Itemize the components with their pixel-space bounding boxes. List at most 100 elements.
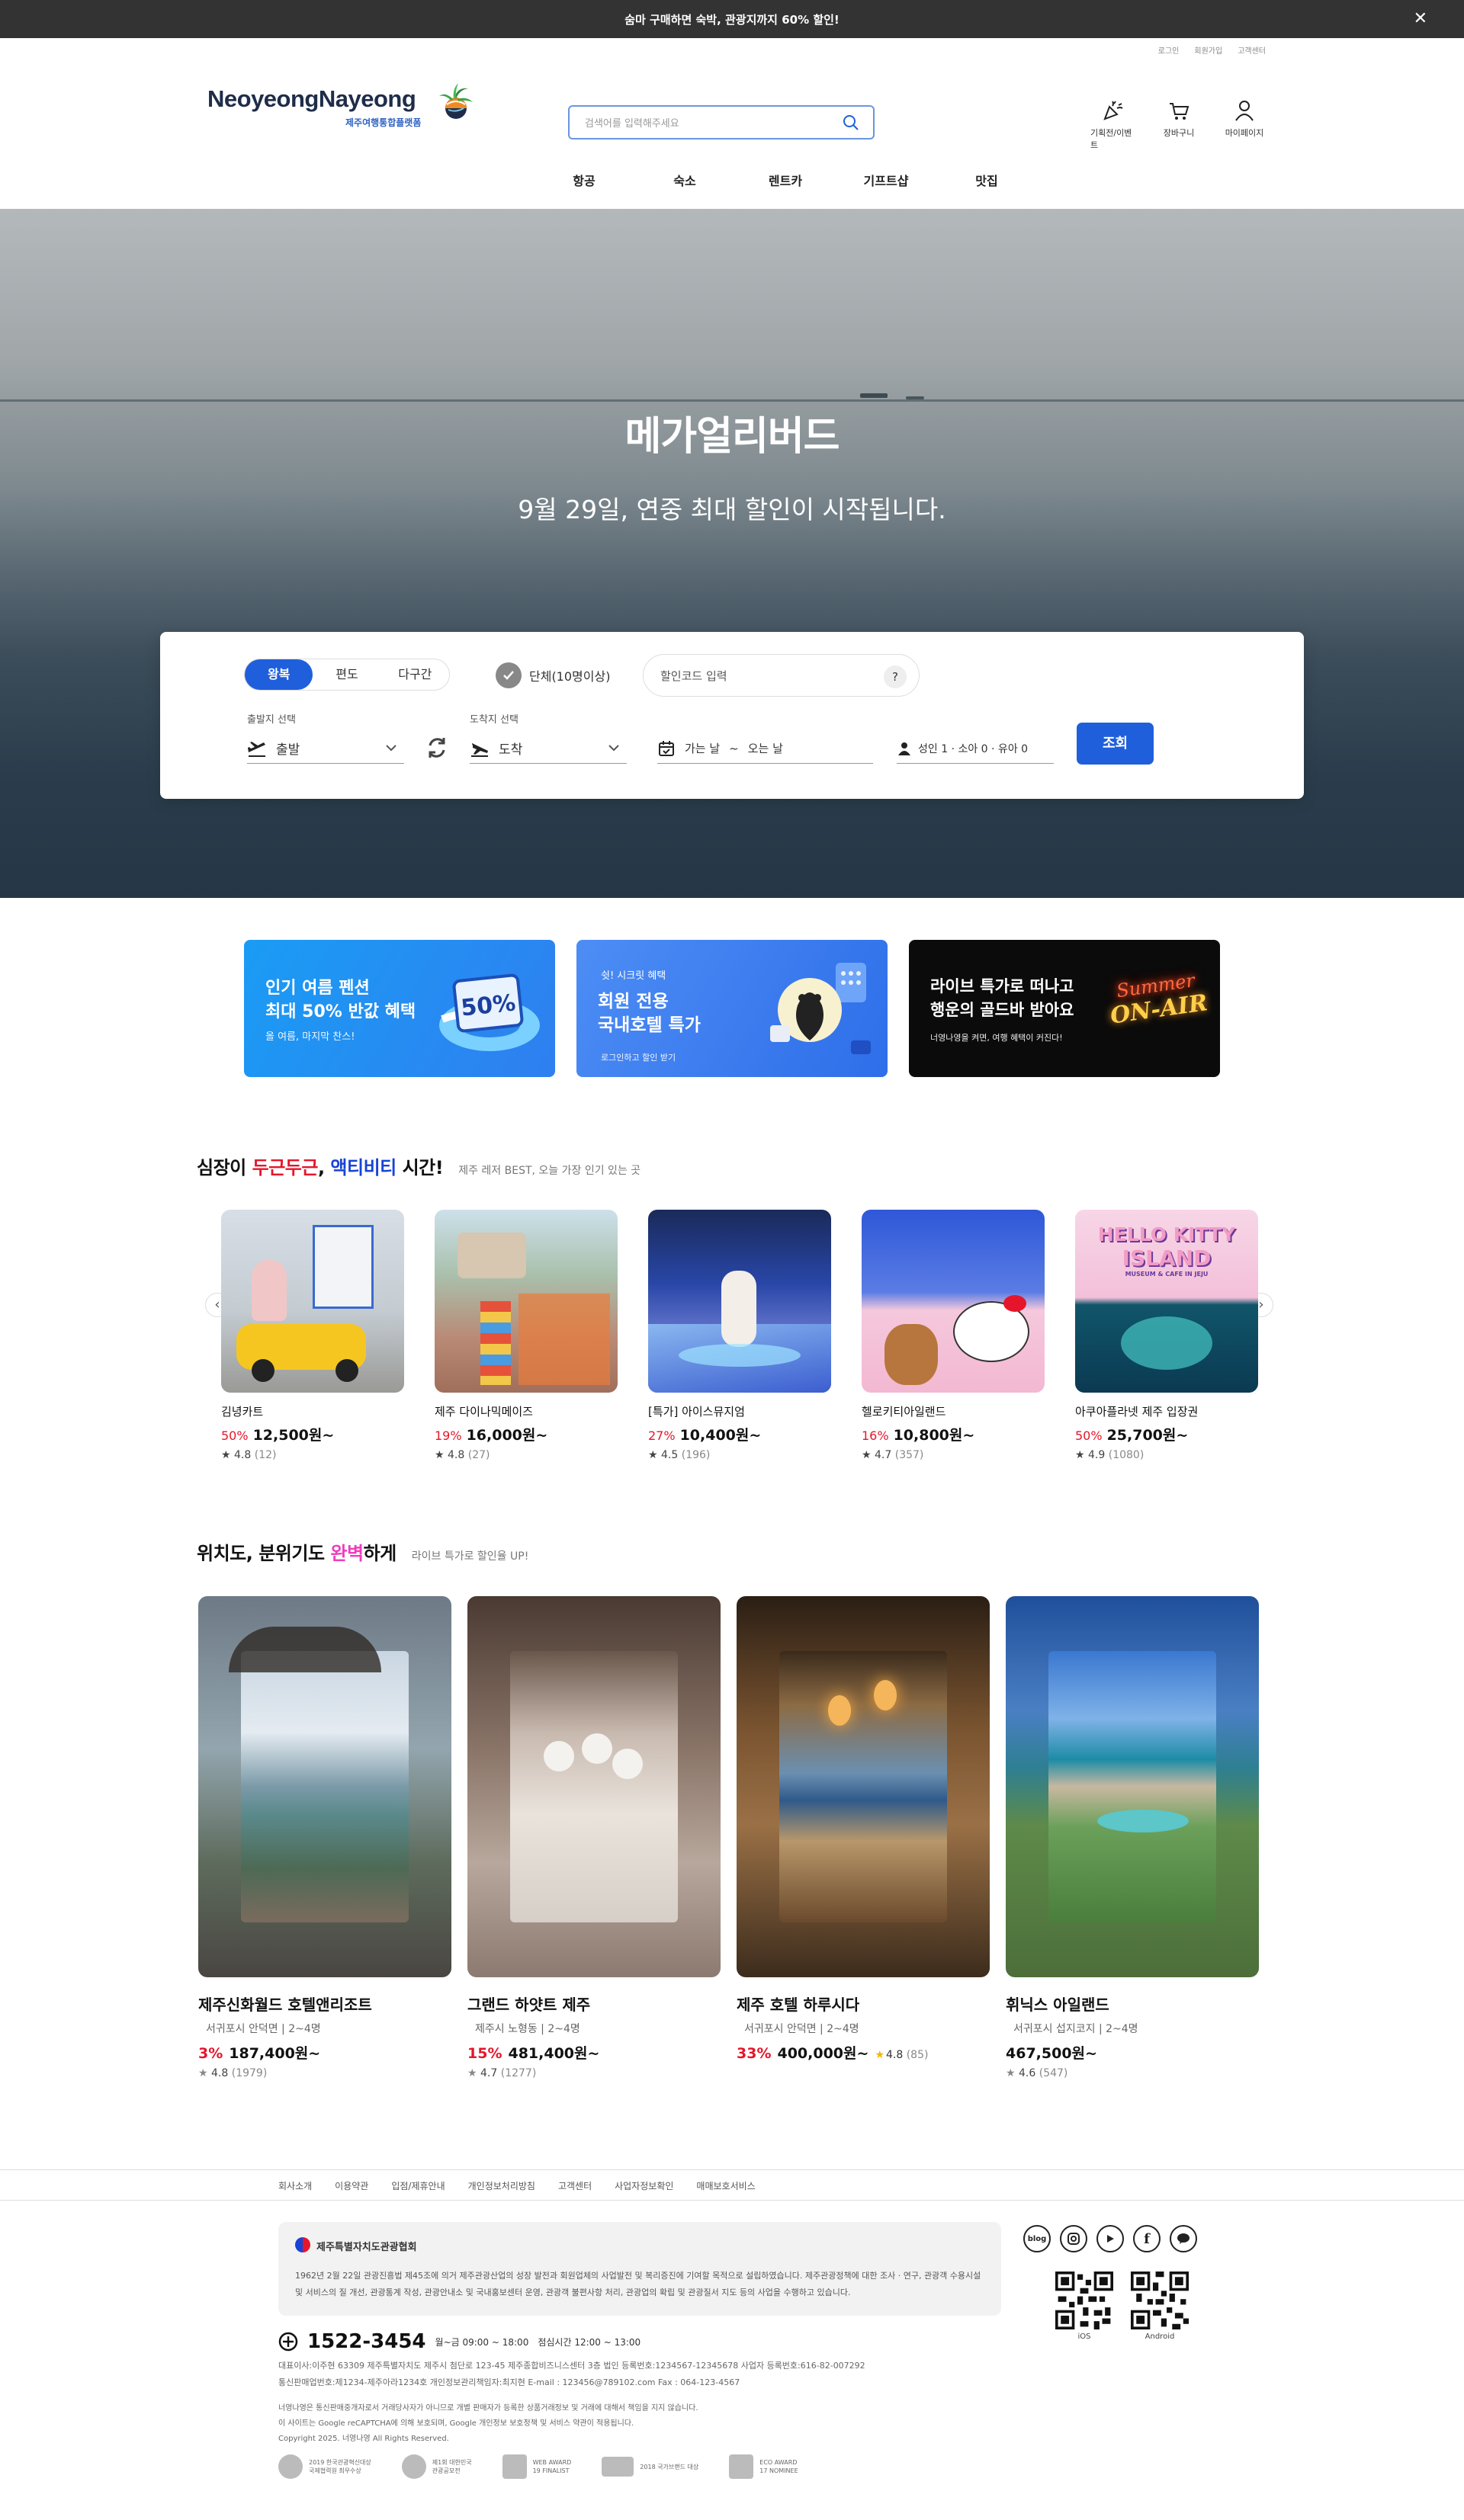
activity-rating: ★ 4.5 (196) (648, 1449, 711, 1461)
activity-image (435, 1210, 618, 1393)
activity-name: 헬로키티아일랜드 (862, 1405, 946, 1419)
trip-roundtrip-tab[interactable]: 왕복 (245, 659, 313, 690)
nav-flight[interactable]: 항공 (534, 171, 634, 189)
hotel-image (198, 1596, 451, 1977)
section-title: 위치도, 분위기도 완벽하게 (197, 1543, 396, 1564)
search-input[interactable]: 검색어를 입력해주세요 (585, 115, 679, 130)
footer-link-privacy[interactable]: 개인정보처리방침 (468, 2179, 535, 2192)
activity-price: 19% 16,000원~ (435, 1427, 548, 1444)
activity-image (862, 1210, 1045, 1393)
chevron-down-icon (386, 745, 396, 752)
award-badge: 2019 한국관광혁신대상 국제협력원 최우수상 (278, 2454, 371, 2479)
trip-multicity-tab[interactable]: 다구간 (381, 659, 449, 690)
nav-rentcar[interactable]: 렌트카 (735, 171, 836, 189)
legal-notice: 이 사이트는 Google reCAPTCHA에 의해 보호되며, Google… (278, 2419, 634, 2428)
departure-select[interactable]: 출발 (247, 733, 404, 764)
arrival-select[interactable]: 도착 (470, 733, 627, 764)
activity-name: 제주 다이나믹메이즈 (435, 1405, 533, 1419)
activity-card[interactable]: HELLO KITTY ISLAND MUSEUM & CAFE IN JEJU… (1075, 1210, 1258, 1461)
footer-link-escrow[interactable]: 매매보호서비스 (696, 2179, 755, 2192)
lunch-hours: 점심시간 12:00 ~ 13:00 (538, 2336, 641, 2348)
hotel-price: 3% 187,400원~ (198, 2045, 321, 2062)
kakao-icon[interactable] (1170, 2225, 1197, 2252)
promo-banner-live[interactable]: 라이브 특가로 떠나고 행운의 골드바 받아요 너영나영을 켜면, 여행 혜택이 … (909, 940, 1220, 1077)
trip-type-toggle: 왕복 편도 다구간 (244, 659, 450, 691)
award-emblem-icon (729, 2454, 754, 2479)
phone-number[interactable]: 1522-3454 (307, 2330, 426, 2353)
activity-card[interactable]: 헬로키티아일랜드 16% 10,800원~ ★ 4.7 (357) (862, 1210, 1045, 1461)
hotel-rating: ★ 4.6 (547) (1006, 2067, 1068, 2079)
mypage-button[interactable]: 마이페이지 (1222, 99, 1267, 151)
event-label: 기획전/이벤트 (1090, 128, 1132, 150)
sea-horizon (0, 399, 1464, 402)
search-submit-button[interactable]: 조회 (1077, 723, 1154, 765)
footer-link-support[interactable]: 고객센터 (558, 2179, 592, 2192)
customer-center-link[interactable]: 고객센터 (1238, 44, 1266, 56)
footer-link-terms[interactable]: 이용약관 (335, 2179, 368, 2192)
discount-code-input[interactable]: 할인코드 입력 ? (643, 654, 920, 697)
date-back: 오는 날 (747, 742, 783, 755)
search-box[interactable]: 검색어를 입력해주세요 (568, 105, 875, 139)
nav-restaurant[interactable]: 맛집 (936, 171, 1037, 189)
blog-icon[interactable]: blog (1023, 2225, 1051, 2252)
activity-rating: ★ 4.7 (357) (862, 1449, 924, 1461)
login-link[interactable]: 로그인 (1158, 44, 1180, 56)
help-icon[interactable]: ? (884, 665, 907, 688)
facebook-icon[interactable]: f (1133, 2225, 1161, 2252)
checkmark-icon (496, 662, 522, 688)
promo-banner-pension[interactable]: 인기 여름 펜션 최대 50% 반값 혜택 올 여름, 마지막 찬스! 50% (244, 940, 555, 1077)
date-range-picker[interactable]: 가는 날 ~ 오는 날 (657, 733, 873, 764)
promo-message[interactable]: 숨마 구매하면 숙박, 관광지까지 60% 할인! (624, 11, 840, 27)
search-icon[interactable] (843, 114, 859, 131)
award-badge: ECO AWARD 17 NOMINEE (729, 2454, 798, 2479)
event-button[interactable]: 기획전/이벤트 (1090, 99, 1136, 151)
passenger-select[interactable]: 성인 1 · 소아 0 · 유아 0 (897, 733, 1054, 764)
user-icon (1235, 101, 1254, 121)
hotel-location: 서귀포시 섭지코지 | 2~4명 (1013, 2023, 1138, 2035)
star-icon: ★ (467, 2067, 477, 2079)
star-icon: ★ (875, 2049, 884, 2061)
activity-card[interactable]: 김녕카트 50% 12,500원~ ★ 4.8 (12) (221, 1210, 404, 1461)
main-navigation: 항공 숙소 렌트카 기프트샵 맛집 (534, 171, 1037, 189)
award-emblem-icon (278, 2454, 303, 2479)
site-logo[interactable]: NeoyeongNayeong 제주여행통합플랫폼 (207, 83, 473, 128)
activity-image (648, 1210, 831, 1393)
instagram-icon[interactable] (1060, 2225, 1087, 2252)
close-icon[interactable]: ✕ (1414, 9, 1427, 28)
footer-link-company[interactable]: 회사소개 (278, 2179, 312, 2192)
group-booking-checkbox[interactable]: 단체(10명이상) (496, 662, 610, 688)
association-title: 제주특별자치도관광협회 (316, 2242, 417, 2253)
swap-icon[interactable] (424, 735, 450, 761)
activity-price: 27% 10,400원~ (648, 1427, 762, 1444)
passenger-value: 성인 1 · 소아 0 · 유아 0 (918, 742, 1029, 755)
youtube-icon[interactable] (1096, 2225, 1124, 2252)
section-description: 라이브 특가로 할인율 UP! (411, 1550, 529, 1563)
signup-link[interactable]: 회원가입 (1194, 44, 1222, 56)
hotel-card[interactable]: 그랜드 하얏트 제주 제주시 노형동 | 2~4명 15% 481,400원~ ★… (467, 1596, 721, 2079)
nav-giftshop[interactable]: 기프트샵 (836, 171, 936, 189)
cart-button[interactable]: 장바구니 (1156, 99, 1202, 151)
activity-name: [특가] 아이스뮤지엄 (648, 1405, 745, 1419)
social-links: blog f (1023, 2225, 1197, 2252)
activity-card[interactable]: 제주 다이나믹메이즈 19% 16,000원~ ★ 4.8 (27) (435, 1210, 618, 1461)
footer-link-partner[interactable]: 입점/제휴안내 (391, 2179, 445, 2192)
hotel-rating: ★ 4.8 (1979) (198, 2067, 268, 2079)
activity-card[interactable]: [특가] 아이스뮤지엄 27% 10,400원~ ★ 4.5 (196) (648, 1210, 831, 1461)
promo-banner-member[interactable]: 쉿! 시크릿 혜택 회원 전용 국내호텔 특가 로그인하고 할인 받기 (576, 940, 888, 1077)
summer-onair-neon: Summer ON-AIR (1109, 970, 1209, 1030)
customer-phone: 1522-3454 월~금 09:00 ~ 18:00 점심시간 12:00 ~… (278, 2330, 640, 2353)
award-emblem-icon (502, 2454, 527, 2479)
trip-oneway-tab[interactable]: 편도 (313, 659, 380, 690)
hotel-location: 서귀포시 안덕면 | 2~4명 (744, 2023, 859, 2035)
hotel-card[interactable]: 제주 호텔 하루시다 서귀포시 안덕면 | 2~4명 33% 400,000원~ ★… (737, 1596, 990, 2063)
activity-price: 16% 10,800원~ (862, 1427, 975, 1444)
hotel-rating: ★ 4.8 (85) (875, 2049, 929, 2061)
chevron-down-icon (608, 745, 619, 752)
footer-link-business-info[interactable]: 사업자정보확인 (615, 2179, 673, 2192)
hotel-name: 제주신화월드 호텔앤리조트 (198, 1996, 372, 2014)
hotel-card[interactable]: 휘닉스 아일랜드 서귀포시 섭지코지 | 2~4명 467,500원~ ★ 4.… (1006, 1596, 1259, 2079)
nav-stay[interactable]: 숙소 (634, 171, 735, 189)
calendar-icon (659, 740, 674, 756)
departure-value: 출발 (276, 742, 300, 758)
hotel-card[interactable]: 제주신화월드 호텔앤리조트 서귀포시 안덕면 | 2~4명 3% 187,400원… (198, 1596, 451, 2079)
